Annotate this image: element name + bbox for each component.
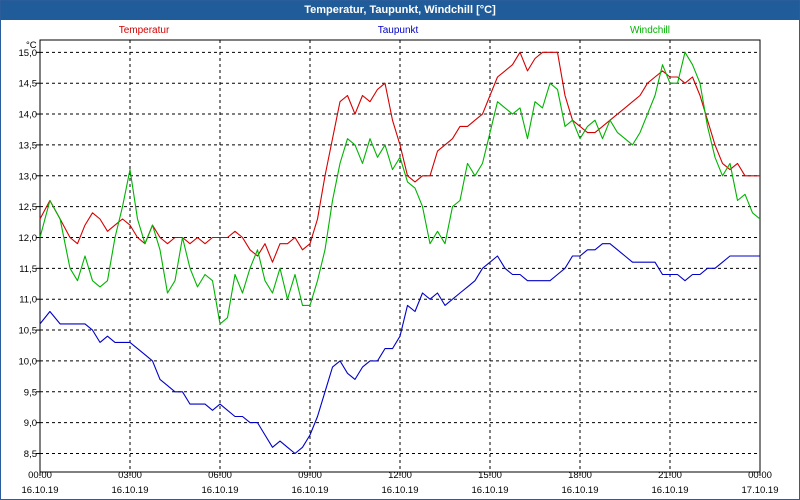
x-tick-date-label: 16.10.19 [292,485,329,496]
y-tick-label: 8,5 [24,449,37,460]
series-line-windchill [39,51,761,325]
x-tick-time-label: 03:00 [118,470,142,481]
x-axis: 00:00 16.10.19 03:00 16.10.19 06:00 16.10.19 0… [22,470,779,496]
x-tick-time-label: 09:00 [298,470,322,481]
x-tick-date-label: 16.10.19 [472,485,509,496]
y-tick-label: 9,0 [24,418,37,429]
y-tick-label: 13,5 [19,140,38,151]
x-tick-date-label: 16.10.19 [562,485,599,496]
x-tick-date-label: 16.10.19 [22,485,59,496]
x-tick-date-label: 16.10.19 [652,485,689,496]
x-tick-date-label: 17.10.19 [742,485,779,496]
x-tick-time-label: 00:00 [748,470,772,481]
x-tick-date-label: 16.10.19 [112,485,149,496]
x-tick-time-label: 15:00 [478,470,502,481]
y-tick-label: 14,0 [19,110,38,121]
legend: Temperatur Taupunkt Windchill [119,25,670,36]
x-tick-time-label: 00:00 [28,470,52,481]
x-tick-time-label: 21:00 [658,470,682,481]
y-tick-label: 14,5 [19,79,38,90]
y-tick-label: 15,0 [19,48,38,59]
x-tick-time-label: 12:00 [388,470,412,481]
y-tick-label: 11,5 [19,264,37,275]
y-tick-label: 13,0 [19,171,38,182]
y-tick-label: 10,0 [19,356,38,367]
x-tick-time-label: 06:00 [208,470,232,481]
x-tick-date-label: 16.10.19 [382,485,419,496]
y-tick-label: 12,5 [19,202,38,213]
y-tick-label: 11,0 [19,295,37,306]
legend-entry-windchill: Windchill [630,25,670,36]
y-axis: °C15,014,514,013,513,012,512,011,511,010… [19,40,40,460]
y-tick-label: 12,0 [19,233,38,244]
legend-entry-temperatur: Temperatur [119,25,170,36]
x-tick-date-label: 16.10.19 [202,485,239,496]
y-tick-label: 9,5 [24,387,37,398]
grid-lines [40,40,760,472]
line-chart: °C15,014,514,013,513,012,512,011,511,010… [19,25,779,496]
x-tick-time-label: 18:00 [568,470,592,481]
y-tick-label: 10,5 [19,326,38,337]
legend-entry-taupunkt: Taupunkt [378,25,419,36]
